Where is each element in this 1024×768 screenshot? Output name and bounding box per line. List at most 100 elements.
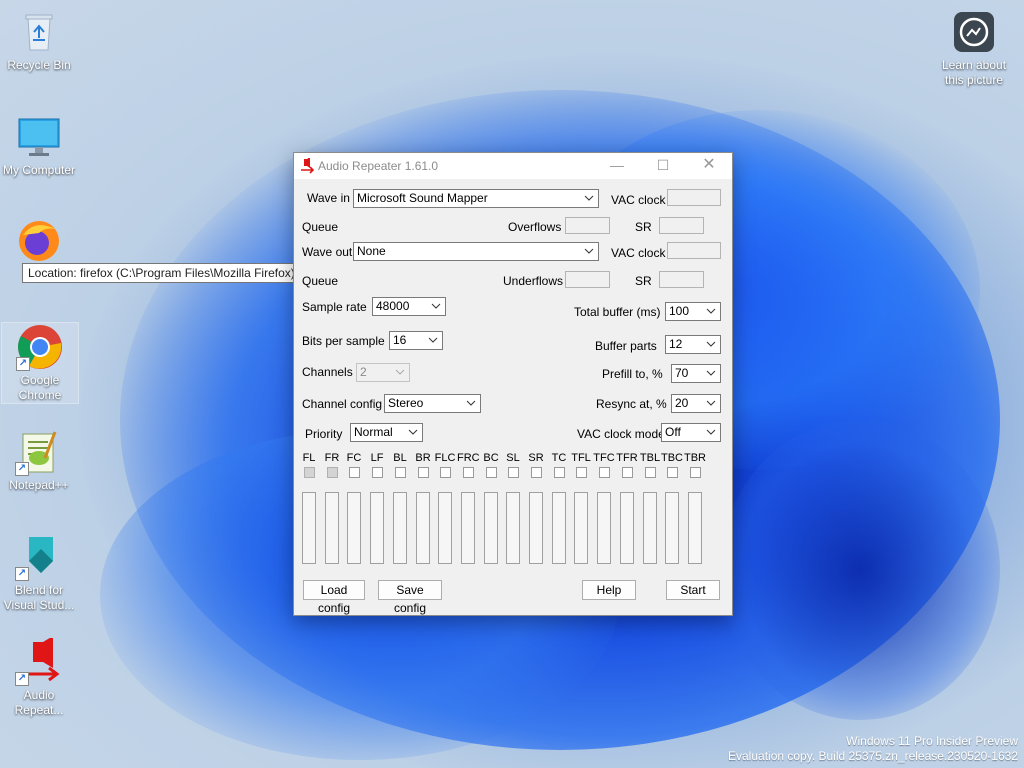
- chevron-down-icon: [407, 424, 419, 441]
- channel-label-fc: FC: [346, 452, 362, 464]
- chrome-icon: ↗: [16, 323, 64, 371]
- channel-checkbox-tbc[interactable]: [667, 467, 678, 478]
- title-bar[interactable]: Audio Repeater 1.61.0 — ☐ ✕: [294, 153, 732, 179]
- channel-checkbox-bc[interactable]: [486, 467, 497, 478]
- sr-in-field: [659, 217, 704, 234]
- prefill-select[interactable]: 70: [671, 364, 721, 383]
- channel-level-meter-frc: [461, 492, 475, 564]
- bits-per-sample-value: 16: [393, 333, 407, 347]
- channel-checkbox-fl: [304, 467, 315, 478]
- prefill-label: Prefill to, %: [602, 367, 663, 381]
- desktop-icon-google-chrome[interactable]: ↗ Google Chrome: [1, 322, 79, 404]
- maximize-button[interactable]: ☐: [640, 153, 686, 179]
- desktop-icon-label: Notepad++: [9, 478, 69, 492]
- vac-clock-out-field: [667, 242, 721, 259]
- load-config-button[interactable]: Load config: [303, 580, 365, 615]
- channel-level-meter-fc: [347, 492, 361, 564]
- channel-checkbox-tfr[interactable]: [622, 467, 633, 478]
- camera-info-icon: [950, 8, 998, 56]
- channel-checkbox-frc[interactable]: [463, 467, 474, 478]
- desktop-icon-label: Google Chrome: [18, 373, 62, 402]
- channel-checkbox-tfc[interactable]: [599, 467, 610, 478]
- close-button[interactable]: ✕: [686, 153, 732, 179]
- total-buffer-label: Total buffer (ms): [574, 305, 661, 319]
- channel-label-br: BR: [415, 452, 431, 464]
- channel-level-meter-sr: [529, 492, 543, 564]
- wallpaper-bloom-right: [720, 420, 1000, 720]
- resync-label: Resync at, %: [596, 397, 667, 411]
- channel-config-label: Channel config: [302, 397, 383, 411]
- chevron-down-icon: [427, 332, 439, 349]
- channel-checkbox-flc[interactable]: [440, 467, 451, 478]
- chevron-down-icon: [430, 298, 442, 315]
- channel-level-meter-tbl: [643, 492, 657, 564]
- channel-label-fr: FR: [324, 452, 340, 464]
- channel-config-select[interactable]: Stereo: [384, 394, 481, 413]
- bits-per-sample-label: Bits per sample: [302, 334, 385, 348]
- channel-checkbox-sr[interactable]: [531, 467, 542, 478]
- channel-checkbox-sl[interactable]: [508, 467, 519, 478]
- channel-label-tbl: TBL: [639, 452, 661, 464]
- channels-label: Channels: [302, 365, 353, 379]
- total-buffer-value: 100: [669, 304, 690, 318]
- watermark-line: Evaluation copy. Build 25375.zn_release.…: [728, 749, 1018, 763]
- channels-value: 2: [360, 365, 367, 379]
- channel-label-tc: TC: [551, 452, 567, 464]
- channels-select: 2: [356, 363, 410, 382]
- start-button[interactable]: Start: [666, 580, 720, 600]
- chevron-down-icon: [583, 243, 595, 260]
- desktop-icon-firefox[interactable]: [1, 215, 77, 265]
- priority-value: Normal: [354, 425, 393, 439]
- desktop-icon-blend[interactable]: ↗ Blend for Visual Stud...: [1, 533, 77, 613]
- bits-per-sample-select[interactable]: 16: [389, 331, 443, 350]
- channel-checkbox-tbr[interactable]: [690, 467, 701, 478]
- channel-label-lf: LF: [370, 452, 384, 464]
- channel-label-tfl: TFL: [571, 452, 591, 464]
- recycle-bin-icon: [15, 8, 63, 56]
- vac-clock-in-field: [667, 189, 721, 206]
- vac-clock-mode-label: VAC clock mode: [577, 427, 665, 441]
- wave-in-value: Microsoft Sound Mapper: [357, 191, 488, 205]
- chevron-down-icon: [705, 336, 717, 353]
- sample-rate-select[interactable]: 48000: [372, 297, 446, 316]
- minimize-button[interactable]: —: [594, 153, 640, 179]
- chevron-down-icon: [705, 365, 717, 382]
- channel-checkbox-bl[interactable]: [395, 467, 406, 478]
- channel-config-value: Stereo: [388, 396, 424, 410]
- channel-checkbox-tbl[interactable]: [645, 467, 656, 478]
- watermark-line: Windows 11 Pro Insider Preview: [846, 734, 1018, 748]
- wave-in-label: Wave in: [307, 191, 350, 205]
- wave-in-select[interactable]: Microsoft Sound Mapper: [353, 189, 599, 208]
- underflows-label: Underflows: [503, 274, 564, 288]
- channel-checkbox-fr: [327, 467, 338, 478]
- priority-select[interactable]: Normal: [350, 423, 423, 442]
- channel-level-meter-tbc: [665, 492, 679, 564]
- desktop-icon-notepad-plus-plus[interactable]: ↗ Notepad++: [1, 428, 77, 493]
- channel-checkbox-lf[interactable]: [372, 467, 383, 478]
- desktop-icon-learn-about-picture[interactable]: Learn about this picture: [936, 8, 1012, 88]
- help-button[interactable]: Help: [582, 580, 636, 600]
- channel-checkbox-tc[interactable]: [554, 467, 565, 478]
- total-buffer-select[interactable]: 100: [665, 302, 721, 321]
- desktop-icon-recycle-bin[interactable]: Recycle Bin: [1, 8, 77, 73]
- vac-clock-mode-select[interactable]: Off: [661, 423, 721, 442]
- sr-out-field: [659, 271, 704, 288]
- channel-checkbox-tfl[interactable]: [576, 467, 587, 478]
- channel-label-tbr: TBR: [684, 452, 706, 464]
- desktop-icon-audio-repeater[interactable]: ↗ Audio Repeat...: [1, 636, 77, 718]
- channel-checkbox-fc[interactable]: [349, 467, 360, 478]
- desktop-icon-label: My Computer: [2, 163, 76, 177]
- chevron-down-icon: [705, 303, 717, 320]
- location-tooltip: Location: firefox (C:\Program Files\Mozi…: [22, 263, 301, 283]
- save-config-button[interactable]: Save config: [378, 580, 442, 615]
- chevron-down-icon: [394, 364, 406, 381]
- notepad-plus-plus-icon: ↗: [15, 428, 63, 476]
- resync-select[interactable]: 20: [671, 394, 721, 413]
- audio-repeater-window[interactable]: Audio Repeater 1.61.0 — ☐ ✕ Wave in Micr…: [293, 152, 733, 616]
- channel-checkbox-br[interactable]: [418, 467, 429, 478]
- wave-out-select[interactable]: None: [353, 242, 599, 261]
- channel-label-bl: BL: [393, 452, 407, 464]
- desktop-icon-my-computer[interactable]: My Computer: [1, 113, 77, 178]
- buffer-parts-select[interactable]: 12: [665, 335, 721, 354]
- sample-rate-label: Sample rate: [302, 300, 367, 314]
